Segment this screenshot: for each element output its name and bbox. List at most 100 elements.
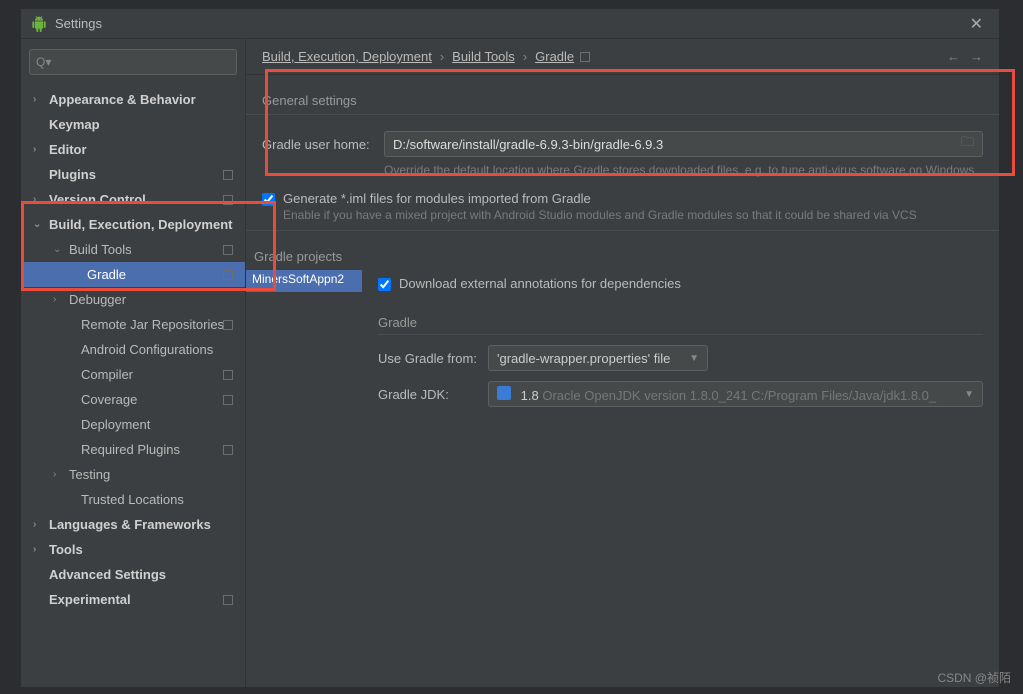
sidebar-item[interactable]: Remote Jar Repositories [21, 312, 245, 337]
scope-badge [580, 52, 590, 62]
chevron-right-icon: › [440, 49, 444, 64]
sidebar-item[interactable]: Android Configurations [21, 337, 245, 362]
sidebar-item-label: Coverage [81, 392, 137, 407]
search-input[interactable]: Q▾ [29, 49, 237, 75]
generate-iml-checkbox[interactable] [262, 193, 275, 206]
sidebar-item-label: Deployment [81, 417, 150, 432]
gradle-jdk-value: 1.8 [521, 388, 539, 403]
chevron-icon: › [53, 469, 56, 480]
sidebar-item-label: Gradle [87, 267, 126, 282]
sidebar-item-label: Build Tools [69, 242, 132, 257]
gradle-user-home-value: D:/software/install/gradle-6.9.3-bin/gra… [393, 137, 663, 152]
sidebar-item-label: Remote Jar Repositories [81, 317, 224, 332]
gradle-user-home-hint: Override the default location where Grad… [246, 161, 999, 187]
sidebar-item-label: Required Plugins [81, 442, 180, 457]
sidebar-item[interactable]: Keymap [21, 112, 245, 137]
sidebar-item[interactable]: Experimental [21, 587, 245, 612]
sidebar-item-label: Editor [49, 142, 87, 157]
sidebar-item[interactable]: › Appearance & Behavior [21, 87, 245, 112]
breadcrumb-seg2[interactable]: Build Tools [452, 49, 515, 64]
gradle-projects-header: Gradle projects [246, 230, 999, 270]
generate-iml-label[interactable]: Generate *.iml files for modules importe… [283, 191, 917, 206]
sidebar-item[interactable]: Deployment [21, 412, 245, 437]
sidebar-item[interactable]: ›Version Control [21, 187, 245, 212]
sidebar-item-label: Plugins [49, 167, 96, 182]
sidebar-item[interactable]: Plugins [21, 162, 245, 187]
use-gradle-from-value: 'gradle-wrapper.properties' file [497, 351, 670, 366]
chevron-icon: › [33, 94, 36, 105]
chevron-icon: ⌄ [53, 244, 61, 255]
breadcrumb-seg3[interactable]: Gradle [535, 49, 574, 64]
sidebar-item-label: Debugger [69, 292, 126, 307]
settings-window: Settings ✕ Q▾ › Appearance & Behavior Keym… [20, 8, 1000, 688]
sidebar-item-label: Languages & Frameworks [49, 517, 211, 532]
project-list: MinersSoftAppn2 [246, 270, 362, 419]
use-gradle-from-select[interactable]: 'gradle-wrapper.properties' file ▼ [488, 345, 708, 371]
sidebar-item[interactable]: Compiler [21, 362, 245, 387]
sidebar-item-label: Android Configurations [81, 342, 213, 357]
gradle-user-home-input[interactable]: D:/software/install/gradle-6.9.3-bin/gra… [384, 131, 983, 157]
sidebar-item-label: Appearance & Behavior [49, 92, 196, 107]
sidebar-item[interactable]: › Debugger [21, 287, 245, 312]
breadcrumb-seg1[interactable]: Build, Execution, Deployment [262, 49, 432, 64]
generate-iml-hint: Enable if you have a mixed project with … [283, 208, 917, 222]
window-body: Q▾ › Appearance & Behavior Keymap › Editor Pl… [21, 39, 999, 687]
gradle-subheader: Gradle [378, 315, 983, 335]
download-annotations-label[interactable]: Download external annotations for depend… [399, 276, 681, 291]
sidebar-item[interactable]: › Tools [21, 537, 245, 562]
sidebar-item-label: Keymap [49, 117, 100, 132]
chevron-icon: › [33, 144, 36, 155]
breadcrumb: Build, Execution, Deployment › Build Too… [246, 39, 999, 75]
content: General settings Gradle user home: D:/so… [246, 75, 999, 687]
sidebar-item-label: Build, Execution, Deployment [49, 217, 232, 232]
titlebar: Settings ✕ [21, 9, 999, 39]
sidebar-item[interactable]: › Editor [21, 137, 245, 162]
scope-badge [223, 445, 233, 455]
main-panel: Build, Execution, Deployment › Build Too… [246, 39, 999, 687]
chevron-down-icon: ▼ [689, 353, 699, 364]
sidebar-item[interactable]: Coverage [21, 387, 245, 412]
chevron-icon: › [53, 294, 56, 305]
gradle-jdk-select[interactable]: 1.8 Oracle OpenJDK version 1.8.0_241 C:/… [488, 381, 983, 407]
sidebar-item[interactable]: ⌄ Build, Execution, Deployment [21, 212, 245, 237]
sidebar-item[interactable]: › Testing [21, 462, 245, 487]
nav-forward-icon[interactable]: → [970, 49, 983, 64]
sidebar-item[interactable]: Required Plugins [21, 437, 245, 462]
folder-icon[interactable]: 🗀 [961, 133, 974, 155]
sidebar-item-label: Tools [49, 542, 83, 557]
sidebar-item-label: Experimental [49, 592, 131, 607]
sidebar: Q▾ › Appearance & Behavior Keymap › Editor Pl… [21, 39, 246, 687]
scope-badge [223, 170, 233, 180]
scope-badge [223, 245, 233, 255]
gradle-jdk-detail: Oracle OpenJDK version 1.8.0_241 C:/Prog… [542, 388, 936, 403]
sidebar-item[interactable]: Advanced Settings [21, 562, 245, 587]
chevron-down-icon: ▼ [964, 389, 974, 400]
download-annotations-checkbox[interactable] [378, 278, 391, 291]
use-gradle-from-label: Use Gradle from: [378, 351, 488, 366]
chevron-right-icon: › [523, 49, 527, 64]
jdk-icon [497, 386, 511, 400]
sidebar-item-label: Trusted Locations [81, 492, 184, 507]
chevron-icon: › [33, 519, 36, 530]
sidebar-item[interactable]: ⌄ Build Tools [21, 237, 245, 262]
sidebar-item[interactable]: Gradle [21, 262, 245, 287]
sidebar-item-label: Advanced Settings [49, 567, 166, 582]
sidebar-item[interactable]: Trusted Locations [21, 487, 245, 512]
project-item[interactable]: MinersSoftAppn2 [246, 270, 362, 292]
settings-tree: › Appearance & Behavior Keymap › Editor Plugi… [21, 83, 245, 687]
sidebar-item-label: Compiler [81, 367, 133, 382]
close-icon[interactable]: ✕ [964, 14, 989, 34]
sidebar-item-label: Version Control [49, 192, 146, 207]
scope-badge [223, 370, 233, 380]
chevron-icon: › [33, 544, 36, 555]
sidebar-item[interactable]: › Languages & Frameworks [21, 512, 245, 537]
nav-back-icon[interactable]: ← [947, 49, 960, 64]
sidebar-item-label: Testing [69, 467, 110, 482]
gradle-jdk-label: Gradle JDK: [378, 387, 488, 402]
scope-badge [223, 195, 233, 205]
scope-badge [223, 395, 233, 405]
chevron-icon: ⌄ [33, 219, 41, 230]
scope-badge [223, 595, 233, 605]
window-title: Settings [55, 16, 964, 31]
general-settings-header: General settings [246, 87, 999, 115]
